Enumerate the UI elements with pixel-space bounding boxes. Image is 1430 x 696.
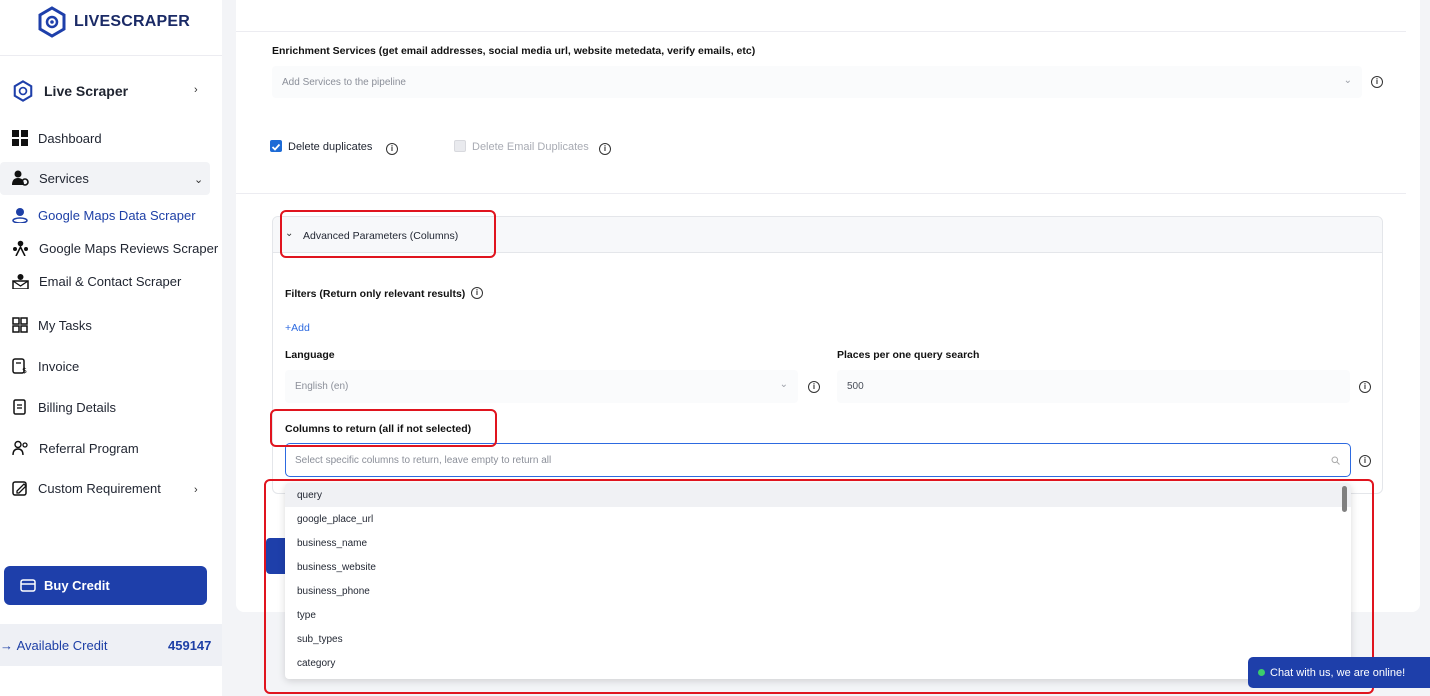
highlight-columns-label [270, 409, 497, 447]
info-icon[interactable]: i [386, 143, 398, 155]
language-select[interactable]: English (en) ⌄ [285, 370, 798, 403]
buy-credit-button[interactable]: Buy Credit [4, 566, 207, 605]
sidebar-item-label: My Tasks [38, 317, 92, 333]
online-status-dot [1258, 669, 1265, 676]
info-icon[interactable]: i [1359, 455, 1371, 467]
sidebar-item-label: Services [39, 170, 89, 186]
sidebar-item-label: Live Scraper [44, 83, 129, 99]
sidebar-item-label: Referral Program [39, 440, 139, 456]
places-label: Places per one query search [837, 349, 980, 361]
sidebar-item-label: Dashboard [38, 130, 102, 146]
places-value: 500 [847, 381, 864, 392]
chevron-down-icon: ⌄ [779, 379, 788, 390]
enrichment-select[interactable]: Add Services to the pipeline ⌄ [272, 66, 1362, 98]
places-input[interactable]: 500 [837, 370, 1350, 403]
sidebar-item-invoice[interactable]: $ Invoice [12, 358, 79, 374]
available-credit-label: Available Credit [16, 637, 108, 653]
tasks-icon [12, 317, 28, 333]
delete-email-duplicates-label: Delete Email Duplicates [472, 141, 589, 153]
chevron-down-icon: ⌄ [1343, 75, 1352, 86]
sidebar-item-billing-details[interactable]: Billing Details [12, 399, 116, 415]
invoice-icon: $ [12, 358, 27, 374]
svg-text:$: $ [22, 366, 27, 374]
add-filter-link[interactable]: +Add [285, 322, 310, 334]
chevron-right-icon: › [194, 484, 198, 496]
info-icon[interactable]: i [1371, 76, 1383, 88]
sidebar-item-google-maps-reviews-scraper[interactable]: Google Maps Reviews Scraper [12, 240, 218, 256]
enrichment-label: Enrichment Services (get email addresses… [272, 45, 756, 57]
sidebar-item-email-contact-scraper[interactable]: Email & Contact Scraper [12, 273, 181, 289]
info-icon[interactable]: i [599, 143, 611, 155]
sidebar-item-services[interactable]: Services [12, 170, 89, 186]
sidebar-item-dashboard[interactable]: Dashboard [12, 130, 102, 146]
highlight-columns-dropdown [264, 479, 1374, 694]
info-icon[interactable]: i [1359, 381, 1371, 393]
language-label: Language [285, 349, 335, 361]
check-icon [271, 143, 281, 151]
sidebar-divider [0, 55, 222, 56]
credit-card-icon [20, 579, 36, 592]
filters-label: Filters (Return only relevant results) [285, 288, 466, 300]
sidebar-item-google-maps-data-scraper[interactable]: Google Maps Data Scraper [12, 207, 196, 223]
enrichment-placeholder: Add Services to the pipeline [282, 76, 406, 88]
highlight-advanced-parameters [280, 210, 496, 258]
info-icon[interactable]: i [471, 287, 483, 299]
divider [236, 31, 1406, 32]
live-scraper-icon [13, 80, 33, 102]
chat-text: Chat with us, we are online! [1270, 666, 1406, 679]
brand-logo[interactable]: LIVESCRAPER [36, 6, 190, 38]
map-user-icon [12, 208, 28, 223]
divider [236, 193, 1406, 194]
logo-icon [38, 6, 66, 38]
edit-icon [12, 481, 27, 496]
available-credit-bar: → Available Credit 459147 [0, 624, 222, 666]
columns-placeholder: Select specific columns to return, leave… [295, 454, 552, 466]
info-icon[interactable]: i [808, 381, 820, 393]
columns-select-input[interactable]: Select specific columns to return, leave… [285, 443, 1351, 477]
chevron-down-icon: ⌄ [194, 174, 204, 186]
delete-email-duplicates-checkbox[interactable] [454, 140, 466, 152]
services-icon [12, 170, 29, 186]
language-value: English (en) [295, 381, 349, 392]
sidebar-item-label: Billing Details [38, 399, 117, 415]
mail-user-icon [12, 274, 29, 289]
people-icon [13, 240, 28, 256]
sidebar-item-custom-requirement[interactable]: Custom Requirement [12, 480, 161, 496]
search-icon [1331, 456, 1340, 465]
available-credit-value: 459147 [168, 637, 212, 653]
brand-name: LIVESCRAPER [74, 13, 190, 30]
chat-widget-button[interactable]: Chat with us, we are online! [1248, 657, 1430, 688]
sidebar-item-my-tasks[interactable]: My Tasks [12, 317, 92, 333]
sidebar-item-referral-program[interactable]: Referral Program [12, 440, 139, 456]
sidebar: LIVESCRAPER Live Scraper › Dashboard Ser… [0, 0, 222, 696]
sidebar-item-live-scraper[interactable]: Live Scraper [12, 80, 128, 102]
referral-icon [12, 440, 28, 456]
sidebar-item-label: Google Maps Data Scraper [38, 207, 196, 223]
available-credit-arrow: → [0, 637, 17, 653]
billing-icon [13, 399, 26, 415]
sidebar-item-label: Custom Requirement [38, 480, 161, 496]
delete-duplicates-label: Delete duplicates [288, 141, 373, 153]
sidebar-item-label: Invoice [38, 358, 80, 374]
dashboard-icon [12, 130, 28, 146]
buy-credit-label: Buy Credit [44, 578, 110, 593]
sidebar-item-label: Google Maps Reviews Scraper [39, 240, 219, 256]
sidebar-item-label: Email & Contact Scraper [39, 273, 182, 289]
delete-duplicates-checkbox[interactable] [270, 140, 282, 152]
chevron-right-icon: › [194, 84, 198, 96]
